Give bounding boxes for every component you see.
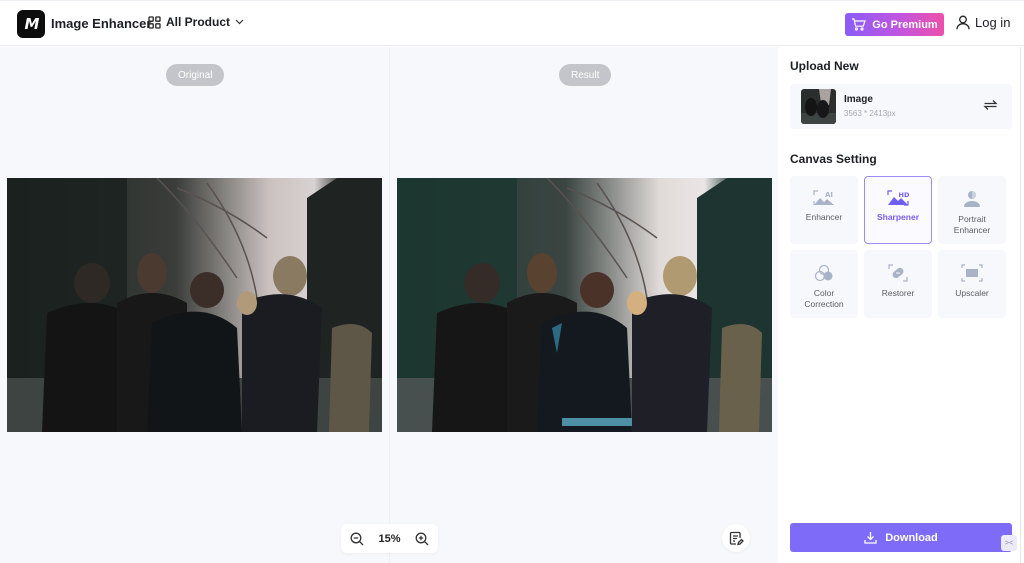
svg-text:HD: HD [899,191,910,199]
tool-enhancer[interactable]: AI Enhancer [790,176,858,244]
tool-label: Sharpener [876,212,920,222]
ai-image-icon: AI [813,190,834,205]
all-products-menu[interactable]: All Product [148,15,244,29]
download-button[interactable]: Download [790,523,1012,552]
login-button[interactable]: Log in [956,15,1010,30]
tool-upscaler[interactable]: Upscaler [938,250,1006,318]
all-products-label: All Product [166,15,231,29]
tool-label: Upscaler [955,288,989,298]
tool-grid: AI Enhancer HD Sharpener Portrait Enhance… [790,176,1008,318]
app-title: Image Enhancer [51,16,152,31]
original-image [7,178,382,432]
go-premium-label: Go Premium [872,18,938,31]
image-dimensions: 3563 * 2413px [844,109,896,118]
collapse-widget-icon[interactable]: >< [1001,535,1017,551]
tool-label: Restorer [881,288,915,298]
result-badge: Result [559,64,612,86]
zoom-out-icon[interactable] [350,532,364,546]
bandage-icon [888,264,908,282]
zoom-controls: 15% [341,524,438,553]
cart-icon [852,18,867,31]
feedback-button[interactable] [722,524,750,552]
download-icon [864,532,877,544]
zoom-in-icon[interactable] [415,532,429,546]
portrait-icon [964,191,980,207]
replace-image-icon[interactable] [983,98,998,112]
original-photo-graphic [7,178,382,432]
canvas-setting-title: Canvas Setting [790,152,877,166]
comparison-canvas: Original Result 15% [0,47,778,563]
logo-glyph: M [24,15,40,33]
original-badge: Original [166,64,225,86]
tool-label: Enhancer [805,212,843,222]
compare-divider[interactable] [389,47,390,563]
image-thumbnail [801,89,836,124]
result-image [397,178,772,432]
image-name: Image [844,94,873,105]
tool-restorer[interactable]: Restorer [864,250,932,318]
user-icon [956,15,970,30]
upload-new-title: Upload New [790,59,859,73]
thumbnail-graphic [801,89,836,124]
top-header: M Image Enhancer All Product Go Premium … [0,0,1024,46]
tool-portrait-enhancer[interactable]: Portrait Enhancer [938,176,1006,244]
chevron-down-icon [235,19,244,25]
note-edit-icon [729,531,744,545]
tool-color-correction[interactable]: Color Correction [790,250,858,318]
svg-text:AI: AI [825,191,833,199]
expand-icon [961,264,983,282]
hd-image-icon: HD [887,190,909,206]
zoom-level: 15% [378,532,401,545]
result-photo-graphic [397,178,772,432]
grid-icon [148,15,161,29]
uploaded-image-card[interactable]: Image 3563 * 2413px [790,84,1012,129]
settings-panel: Upload New Image 3563 * 2413px Canvas Se… [778,47,1021,563]
tool-sharpener[interactable]: HD Sharpener [864,176,932,244]
go-premium-button[interactable]: Go Premium [845,13,944,36]
login-label: Log in [975,15,1011,30]
color-circles-icon [814,264,833,282]
download-label: Download [885,531,938,544]
app-logo[interactable]: M [17,10,45,38]
tool-label: Color Correction [804,288,844,309]
tool-label: Portrait Enhancer [953,214,991,235]
